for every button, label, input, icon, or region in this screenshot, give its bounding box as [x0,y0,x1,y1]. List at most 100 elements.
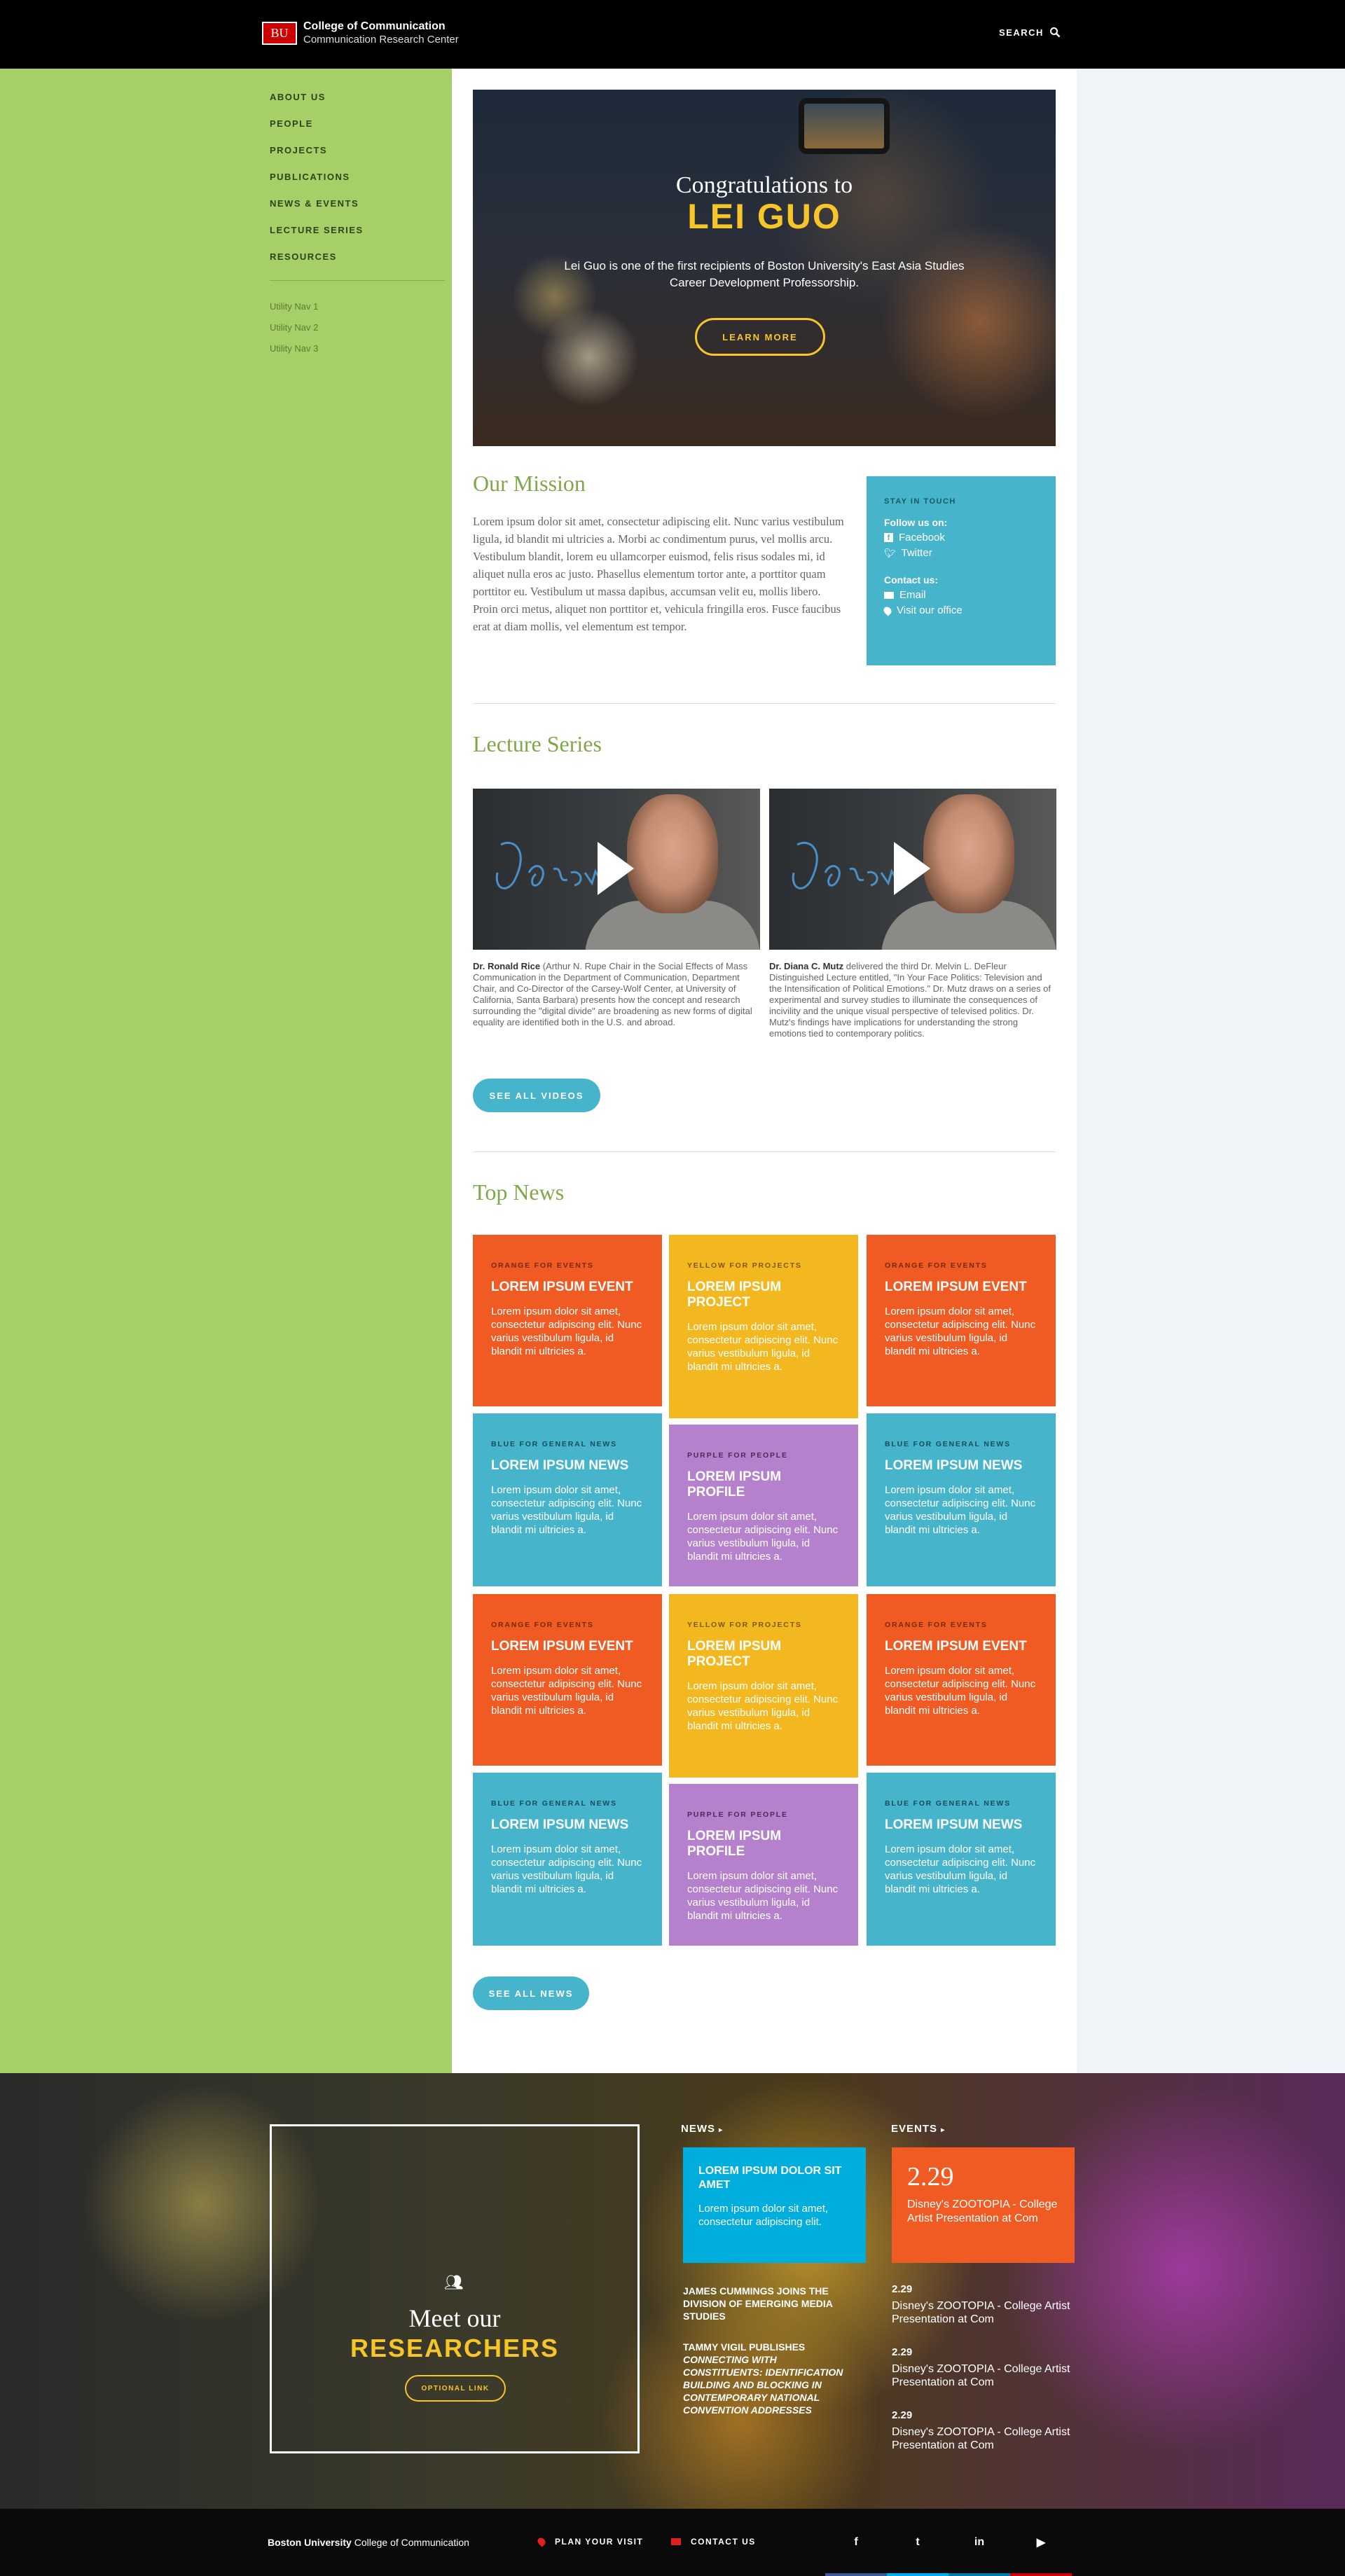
nav-item-lecture-series[interactable]: LECTURE SERIES [270,224,445,251]
tile-category: YELLOW FOR PROJECTS [687,1261,802,1270]
site-header: BU College of Communication Communicatio… [0,0,1345,69]
optional-link-button[interactable]: OPTIONAL LINK [405,2375,506,2402]
email-link[interactable]: Email [884,589,1038,601]
hero-description: Lei Guo is one of the first recipients o… [564,259,965,289]
tile-text: Lorem ipsum dolor sit amet, consectetur … [885,1843,1036,1895]
event-item[interactable]: 2.29 Disney's ZOOTOPIA - College Artist P… [892,2283,1081,2326]
chalk-writing [792,842,900,889]
footer-news-heading[interactable]: NEWS ▸ [681,2123,723,2135]
utility-nav-3[interactable]: Utility Nav 3 [270,342,445,363]
tile-title: LOREM IPSUM EVENT [491,1639,633,1654]
facebook-link[interactable]: f Facebook [884,532,1038,543]
news-link-2[interactable]: TAMMY VIGIL PUBLISHES CONNECTING WITH CO… [683,2341,858,2416]
see-all-videos-button[interactable]: SEE ALL VIDEOS [473,1079,600,1112]
follow-label: Follow us on: [884,517,948,528]
researchers-box: 👥︎ Meet our RESEARCHERS OPTIONAL LINK [270,2124,640,2453]
nav-item-people[interactable]: PEOPLE [270,118,445,144]
tile-category: ORANGE FOR EVENTS [491,1621,594,1629]
tile-text: Lorem ipsum dolor sit amet, consectetur … [885,1665,1036,1717]
social-accent-bar [949,2573,1010,2576]
event-date: 2.29 [892,2346,913,2358]
caret-right-icon: ▸ [719,2126,724,2134]
featured-event-card[interactable]: 2.29 Disney's ZOOTOPIA - College Artist … [892,2147,1075,2263]
news-tile-event[interactable]: ORANGE FOR EVENTS LOREM IPSUM EVENT Lorem … [473,1235,662,1406]
news-tile-general[interactable]: BLUE FOR GENERAL NEWS LOREM IPSUM NEWS Lor… [867,1773,1056,1946]
twitter-icon: t [916,2536,920,2548]
news-tile-event[interactable]: ORANGE FOR EVENTS LOREM IPSUM EVENT Lorem … [867,1235,1056,1406]
tile-text: Lorem ipsum dolor sit amet, consectetur … [491,1665,642,1717]
hero-banner: Congratulations to LEI GUO Lei Guo is on… [473,90,1056,446]
tile-title: LOREM IPSUM NEWS [885,1817,1023,1832]
search-button[interactable]: SEARCH [999,27,1061,38]
youtube-icon: ▶ [1036,2537,1046,2549]
news-tile-project[interactable]: YELLOW FOR PROJECTS LOREM IPSUM PROJECT Lo… [669,1235,858,1418]
map-pin-icon [882,604,893,616]
tile-category: BLUE FOR GENERAL NEWS [491,1799,617,1808]
video-thumbnail-1[interactable] [473,789,760,950]
contact-label: Contact us: [884,574,938,586]
contact-us-link[interactable]: CONTACT US [671,2537,756,2547]
news-link-1[interactable]: JAMES CUMMINGS JOINS THE DIVISION OF EME… [683,2285,858,2322]
linkedin-button[interactable]: in [949,2509,1010,2576]
news-tile-event[interactable]: ORANGE FOR EVENTS LOREM IPSUM EVENT Lorem … [867,1594,1056,1766]
youtube-button[interactable]: ▶ [1010,2509,1072,2576]
learn-more-button[interactable]: LEARN MORE [695,318,825,356]
college-title[interactable]: College of Communication [303,20,446,33]
visit-office-link[interactable]: Visit our office [882,604,1038,616]
utility-nav-1[interactable]: Utility Nav 1 [270,300,445,321]
play-icon[interactable] [598,842,634,895]
footer-bu-label: Boston University [268,2537,352,2548]
nav-item-resources[interactable]: RESOURCES [270,251,445,277]
news-tile-general[interactable]: BLUE FOR GENERAL NEWS LOREM IPSUM NEWS Lor… [473,1413,662,1586]
plan-your-visit-label: PLAN YOUR VISIT [555,2537,644,2547]
utility-nav-2[interactable]: Utility Nav 2 [270,321,445,342]
event-text: Disney's ZOOTOPIA - College Artist Prese… [892,2426,1070,2451]
search-icon [1049,27,1061,38]
nav-item-projects[interactable]: PROJECTS [270,144,445,171]
event-item[interactable]: 2.29 Disney's ZOOTOPIA - College Artist P… [892,2346,1081,2389]
news-tile-general[interactable]: BLUE FOR GENERAL NEWS LOREM IPSUM NEWS Lor… [473,1773,662,1946]
see-all-news-button[interactable]: SEE ALL NEWS [473,1976,589,2010]
news-tile-people[interactable]: PURPLE FOR PEOPLE LOREM IPSUM PROFILE Lore… [669,1425,858,1586]
tile-text: Lorem ipsum dolor sit amet, consectetur … [491,1843,642,1895]
event-card-text: Disney's ZOOTOPIA - College Artist Prese… [907,2198,1058,2224]
video-thumbnail-2[interactable] [769,789,1056,950]
news-tile-general[interactable]: BLUE FOR GENERAL NEWS LOREM IPSUM NEWS Lor… [867,1413,1056,1586]
facebook-icon: f [884,533,893,542]
nav-divider [270,280,445,281]
nav-item-publications[interactable]: PUBLICATIONS [270,171,445,198]
play-icon[interactable] [894,842,930,895]
footer-brand[interactable]: Boston University College of Communicati… [268,2537,469,2548]
nav-item-about-us[interactable]: ABOUT US [270,91,445,118]
news-tile-people[interactable]: PURPLE FOR PEOPLE LOREM IPSUM PROFILE Lore… [669,1784,858,1946]
bu-logo[interactable]: BU [262,22,297,45]
event-item[interactable]: 2.29 Disney's ZOOTOPIA - College Artist P… [892,2409,1081,2452]
tile-text: Lorem ipsum dolor sit amet, consectetur … [885,1306,1036,1357]
center-subtitle[interactable]: Communication Research Center [303,34,459,46]
stay-in-touch-box: STAY IN TOUCH Follow us on: f Facebook 🐦︎… [867,476,1056,665]
news-heading-label: NEWS [681,2123,715,2135]
lecture-description-2: Dr. Diana C. Mutz delivered the third Dr… [769,961,1056,1039]
chalk-writing [495,842,604,889]
news-tile-project[interactable]: YELLOW FOR PROJECTS LOREM IPSUM PROJECT Lo… [669,1594,858,1778]
researchers-heading-line1: Meet our [408,2304,501,2332]
events-heading-label: EVENTS [891,2123,938,2135]
tile-text: Lorem ipsum dolor sit amet, consectetur … [491,1484,642,1536]
mission-title: Our Mission [473,471,586,496]
plan-your-visit-link[interactable]: PLAN YOUR VISIT [536,2536,644,2547]
news-card-text: Lorem ipsum dolor sit amet, consectetur … [698,2203,829,2228]
footer-events-heading[interactable]: EVENTS ▸ [891,2123,945,2135]
facebook-label: Facebook [899,532,945,543]
tile-text: Lorem ipsum dolor sit amet, consectetur … [687,1870,839,1922]
news-tile-event[interactable]: ORANGE FOR EVENTS LOREM IPSUM EVENT Lorem … [473,1594,662,1766]
featured-news-card[interactable]: LOREM IPSUM DOLOR SIT AMET Lorem ipsum d… [683,2147,866,2263]
twitter-link[interactable]: 🐦︎ Twitter [884,547,1038,559]
nav-item-news-events[interactable]: NEWS & EVENTS [270,198,445,224]
researchers-heading-line2: RESEARCHERS [350,2334,560,2362]
twitter-button[interactable]: t [887,2509,949,2576]
event-card-date: 2.29 [907,2162,954,2191]
facebook-button[interactable]: f [825,2509,887,2576]
contact-us-label: CONTACT US [691,2537,756,2547]
tile-title: LOREM IPSUM EVENT [491,1280,633,1294]
tile-category: PURPLE FOR PEOPLE [687,1810,788,1819]
